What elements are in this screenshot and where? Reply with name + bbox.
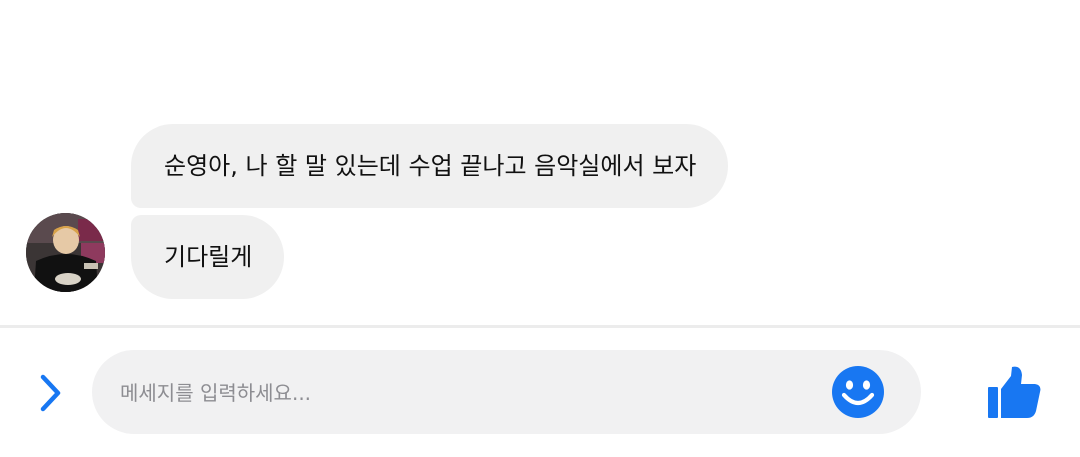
like-button[interactable] [985, 364, 1043, 422]
avatar-image [26, 213, 105, 292]
message-thread: 순영아, 나 할 말 있는데 수업 끝나고 음악실에서 보자 기다릴게 [0, 0, 1080, 325]
emoji-button[interactable] [830, 364, 886, 420]
message-bubble[interactable]: 순영아, 나 할 말 있는데 수업 끝나고 음악실에서 보자 [131, 124, 729, 208]
message-input[interactable] [118, 350, 822, 436]
message-composer [0, 328, 1080, 457]
message-input-container[interactable] [92, 350, 921, 436]
message-bubble[interactable]: 기다릴게 [131, 215, 285, 299]
thumbs-up-icon [988, 366, 1041, 418]
avatar[interactable] [26, 213, 105, 292]
expand-actions-button[interactable] [30, 373, 70, 413]
smiley-icon [832, 366, 884, 418]
chevron-right-icon [40, 374, 61, 412]
